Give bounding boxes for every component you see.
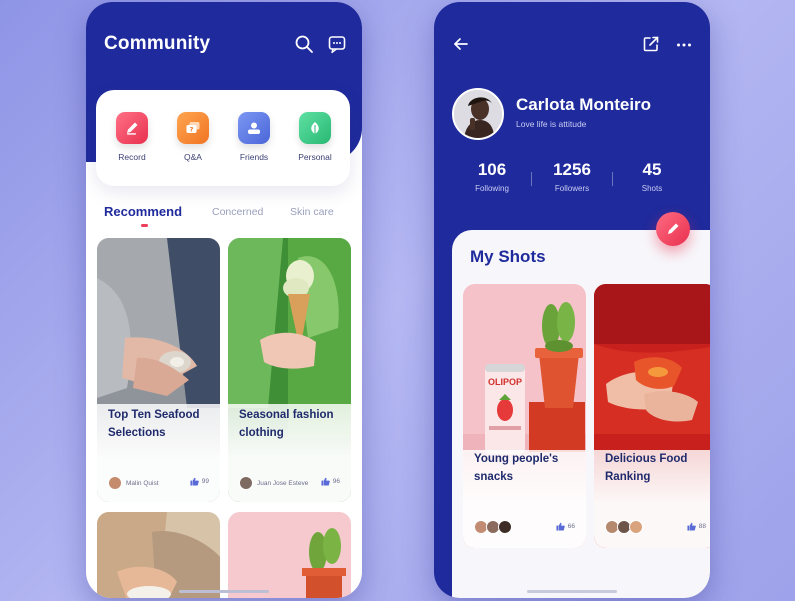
my-shots-panel: My Shots OLIPOP Young people's snacks 66… bbox=[452, 230, 710, 598]
tab-recommend[interactable]: Recommend bbox=[104, 204, 182, 219]
post-card-coffee[interactable] bbox=[97, 512, 220, 598]
home-indicator bbox=[527, 590, 617, 593]
profile-name: Carlota Monteiro bbox=[516, 95, 652, 114]
like-count: 66 bbox=[567, 523, 575, 530]
thumbs-up-icon bbox=[687, 522, 696, 531]
section-title: My Shots bbox=[470, 247, 546, 266]
active-tab-indicator bbox=[141, 224, 148, 227]
category-panel: Record ? Q&A Friends Personal bbox=[96, 90, 350, 186]
post-card-fashion[interactable]: Seasonal fashion clothing Juan Jose Este… bbox=[228, 238, 351, 502]
shot-card-snacks[interactable]: OLIPOP Young people's snacks 66 bbox=[463, 284, 586, 548]
post-card-cactus[interactable] bbox=[228, 512, 351, 598]
feed-tabs: Recommend Concerned Skin care bbox=[86, 202, 362, 232]
thumbs-up-icon bbox=[321, 477, 330, 486]
avatar bbox=[108, 476, 122, 490]
category-label: Friends bbox=[239, 152, 269, 162]
stat-label: Shots bbox=[641, 184, 663, 193]
more-options-icon[interactable] bbox=[675, 36, 693, 54]
like-button[interactable]: 66 bbox=[556, 522, 575, 531]
avatar bbox=[498, 520, 512, 534]
svg-text:?: ? bbox=[190, 126, 194, 134]
stat-shots[interactable]: 45 Shots bbox=[612, 160, 692, 193]
thumbs-up-icon bbox=[190, 477, 199, 486]
back-arrow-icon[interactable] bbox=[452, 35, 470, 53]
thumbs-up-icon bbox=[556, 522, 565, 531]
leaf-icon bbox=[299, 112, 331, 144]
page-title: Community bbox=[104, 33, 211, 54]
stat-followers[interactable]: 1256 Followers bbox=[532, 160, 612, 193]
category-label: Record bbox=[118, 152, 146, 162]
like-button[interactable]: 96 bbox=[321, 477, 340, 486]
category-label: Personal bbox=[298, 152, 332, 162]
post-author[interactable]: Juan Jose Esteve bbox=[239, 476, 308, 490]
stat-value: 1256 bbox=[553, 160, 591, 179]
like-button[interactable]: 99 bbox=[190, 477, 209, 486]
tab-concerned[interactable]: Concerned bbox=[212, 206, 263, 218]
category-friends[interactable]: Friends bbox=[224, 112, 284, 162]
tab-skin-care[interactable]: Skin care bbox=[290, 206, 334, 218]
share-icon[interactable] bbox=[642, 35, 660, 53]
avatar bbox=[629, 520, 643, 534]
edit-button[interactable] bbox=[656, 212, 690, 246]
shot-avatars bbox=[474, 520, 512, 534]
post-author[interactable]: Malin Quist bbox=[108, 476, 159, 490]
home-indicator bbox=[179, 590, 269, 593]
avatar bbox=[239, 476, 253, 490]
stat-value: 45 bbox=[642, 160, 662, 179]
author-name: Juan Jose Esteve bbox=[257, 479, 309, 487]
category-record[interactable]: Record bbox=[102, 112, 162, 162]
profile-screen: Carlota Monteiro Love life is attitude 1… bbox=[434, 2, 710, 598]
chat-question-icon: ? bbox=[177, 112, 209, 144]
category-label: Q&A bbox=[184, 152, 202, 162]
shot-title: Delicious Food Ranking bbox=[605, 453, 688, 483]
pencil-icon bbox=[116, 112, 148, 144]
category-qa[interactable]: ? Q&A bbox=[163, 112, 223, 162]
stat-value: 106 bbox=[477, 160, 507, 179]
like-count: 99 bbox=[201, 478, 209, 485]
category-personal[interactable]: Personal bbox=[285, 112, 345, 162]
pencil-icon bbox=[668, 223, 679, 234]
shot-avatars bbox=[605, 520, 643, 534]
community-screen: Community Record ? Q&A Friends Personal … bbox=[86, 2, 362, 598]
message-icon[interactable] bbox=[327, 34, 347, 54]
stat-label: Following bbox=[475, 184, 509, 193]
post-card-seafood[interactable]: Top Ten Seafood Selections Malin Quist 9… bbox=[97, 238, 220, 502]
user-card-icon bbox=[238, 112, 270, 144]
coffee-photo bbox=[97, 512, 220, 598]
can-label: OLIPOP bbox=[488, 377, 522, 387]
author-name: Malin Quist bbox=[126, 479, 159, 487]
like-count: 96 bbox=[332, 478, 340, 485]
like-button[interactable]: 88 bbox=[687, 522, 706, 531]
stat-label: Followers bbox=[554, 184, 590, 193]
profile-avatar[interactable] bbox=[452, 88, 504, 140]
shot-card-food[interactable]: Delicious Food Ranking 88 bbox=[594, 284, 710, 548]
like-count: 88 bbox=[698, 523, 706, 530]
shot-title: Young people's snacks bbox=[474, 453, 559, 483]
post-title: Seasonal fashion clothing bbox=[239, 409, 334, 439]
avatar-photo bbox=[454, 90, 502, 138]
search-icon[interactable] bbox=[294, 34, 314, 54]
post-title: Top Ten Seafood Selections bbox=[108, 409, 200, 439]
stat-following[interactable]: 106 Following bbox=[452, 160, 532, 193]
cactus-photo bbox=[228, 512, 351, 598]
profile-bio: Love life is attitude bbox=[516, 119, 587, 129]
